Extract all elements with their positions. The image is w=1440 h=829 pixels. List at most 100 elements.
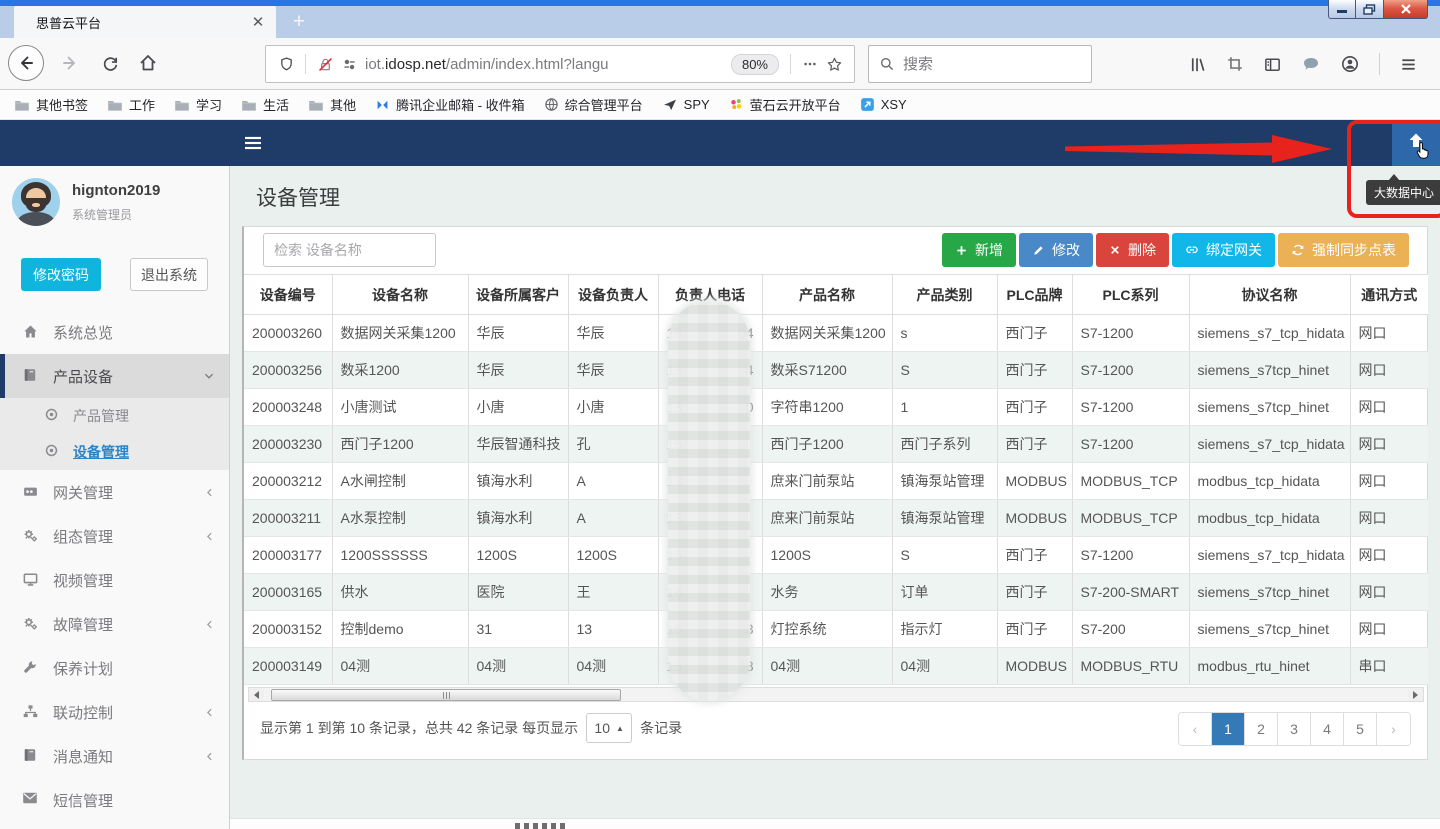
sidebar-item-video-mgmt[interactable]: 视频管理	[0, 558, 229, 602]
sidebar-item-message-notify[interactable]: 消息通知	[0, 734, 229, 778]
cell-customer: 镇海水利	[468, 463, 568, 500]
pagination-controls: ‹12345›	[1178, 712, 1411, 746]
column-header[interactable]: PLC系列	[1072, 275, 1189, 315]
bookmark-ys-open[interactable]: 萤石云开放平台	[729, 95, 841, 114]
sidebar-item-maintenance-plan[interactable]: 保养计划	[0, 646, 229, 690]
cell-protocol: modbus_rtu_hinet	[1189, 648, 1350, 685]
zoom-level-badge[interactable]: 80%	[731, 54, 779, 75]
window-minimize-button[interactable]	[1328, 0, 1356, 19]
browser-search-box[interactable]	[868, 45, 1092, 83]
menu-hamburger-icon[interactable]	[1399, 55, 1418, 74]
horizontal-scrollbar[interactable]	[248, 687, 1424, 702]
bookmark-mgmt-platform[interactable]: 综合管理平台	[544, 95, 643, 114]
sidebar-item-partial-item[interactable]	[0, 822, 229, 829]
home-button[interactable]	[130, 45, 166, 81]
sidebar-subitem-device-mgmt[interactable]: 设备管理	[0, 434, 229, 470]
forward-button[interactable]	[52, 45, 88, 81]
column-header[interactable]: 设备所属客户	[468, 275, 568, 315]
bookmark-xsy[interactable]: XSY	[860, 97, 907, 112]
page-button-3[interactable]: 3	[1278, 713, 1311, 745]
column-header[interactable]: 产品名称	[762, 275, 892, 315]
browser-tab[interactable]: 思普云平台 ✕	[14, 6, 276, 38]
window-close-button[interactable]	[1384, 0, 1428, 19]
column-header[interactable]: 设备编号	[244, 275, 332, 315]
bookmark-spy[interactable]: SPY	[662, 97, 710, 112]
logout-button[interactable]: 退出系统	[130, 258, 208, 291]
browser-search-input[interactable]	[903, 56, 1053, 73]
table-row[interactable]: 20000314904测04测04测153804测04测MODBUSMODBUS…	[244, 648, 1428, 685]
table-row[interactable]: 200003165供水医院王18水务订单西门子S7-200-SMARTsieme…	[244, 574, 1428, 611]
sidebar-item-system-overview[interactable]: 系统总览	[0, 310, 229, 354]
edit-button[interactable]: 修改	[1019, 233, 1093, 267]
next-page-button[interactable]: ›	[1377, 713, 1410, 745]
column-header[interactable]: 产品类别	[892, 275, 997, 315]
delete-button[interactable]: 删除	[1096, 233, 1169, 267]
sidebar-item-product-device[interactable]: 产品设备	[0, 354, 229, 398]
scrollbar-thumb[interactable]	[271, 689, 621, 701]
column-header[interactable]: 设备负责人	[568, 275, 658, 315]
page-size-dropdown[interactable]: 10▲	[586, 713, 632, 743]
chat-bubble-icon[interactable]	[1301, 54, 1321, 74]
cell-product: 数据网关采集1200	[762, 315, 892, 352]
bookmark-other-bookmarks[interactable]: 其他书签	[14, 95, 88, 114]
bookmark-study[interactable]: 学习	[174, 95, 222, 114]
bookmark-life[interactable]: 生活	[241, 95, 289, 114]
cell-device-name: 供水	[332, 574, 468, 611]
sidebar-item-fault-mgmt[interactable]: 故障管理	[0, 602, 229, 646]
url-bar[interactable]: iot.idosp.net/admin/index.html?langu 80%	[265, 45, 855, 83]
sidebar-collapse-icon[interactable]	[243, 133, 263, 153]
library-icon[interactable]	[1188, 55, 1207, 74]
scroll-right-arrow[interactable]	[1408, 688, 1423, 701]
page-actions-icon[interactable]	[798, 50, 822, 78]
bind-gateway-button[interactable]: 绑定网关	[1172, 233, 1275, 267]
sidebar-subitem-product-mgmt[interactable]: 产品管理	[0, 398, 229, 434]
page-button-5[interactable]: 5	[1344, 713, 1377, 745]
prev-page-button[interactable]: ‹	[1179, 713, 1212, 745]
column-header[interactable]: PLC品牌	[997, 275, 1072, 315]
table-row[interactable]: 200003152控制demo3113153灯控系统指示灯西门子S7-200si…	[244, 611, 1428, 648]
back-button[interactable]	[8, 45, 44, 81]
cell-plc-brand: 西门子	[997, 611, 1072, 648]
change-password-button[interactable]: 修改密码	[21, 258, 101, 291]
table-row[interactable]: 200003212A水闸控制镇海水利A13庶来门前泵站镇海泵站管理MODBUSM…	[244, 463, 1428, 500]
sidebar-item-config-mgmt[interactable]: 组态管理	[0, 514, 229, 558]
table-row[interactable]: 200003256数采1200华辰华辰184数采S71200S西门子S7-120…	[244, 352, 1428, 389]
bookmark-tencent-mail[interactable]: 腾讯企业邮箱 - 收件箱	[375, 95, 525, 114]
window-restore-button[interactable]	[1356, 0, 1384, 19]
monitor-icon	[22, 571, 40, 589]
screenshot-crop-icon[interactable]	[1226, 55, 1244, 73]
device-search-input[interactable]	[263, 233, 436, 267]
tracking-shield-icon[interactable]	[274, 50, 298, 78]
scroll-left-arrow[interactable]	[249, 688, 264, 701]
page-button-2[interactable]: 2	[1245, 713, 1278, 745]
account-icon[interactable]	[1340, 54, 1360, 74]
bookmark-other[interactable]: 其他	[308, 95, 356, 114]
sidebar-item-linkage-control[interactable]: 联动控制	[0, 690, 229, 734]
insecure-lock-icon[interactable]	[313, 50, 337, 78]
browser-toolbar: iot.idosp.net/admin/index.html?langu 80%	[0, 38, 1440, 90]
table-row[interactable]: 2000031771200SSSSSS1200S1200S151200SS西门子…	[244, 537, 1428, 574]
table-row[interactable]: 200003260数据网关采集1200华辰华辰1804数据网关采集1200s西门…	[244, 315, 1428, 352]
tab-close-icon[interactable]: ✕	[250, 14, 266, 30]
bookmark-work[interactable]: 工作	[107, 95, 155, 114]
sidebar-toggle-icon[interactable]	[1263, 55, 1282, 74]
user-avatar[interactable]	[12, 178, 60, 226]
add-button[interactable]: 新增	[942, 233, 1016, 267]
reload-button[interactable]	[92, 45, 128, 81]
page-button-4[interactable]: 4	[1311, 713, 1344, 745]
bookmark-star-icon[interactable]	[822, 50, 846, 78]
table-row[interactable]: 200003211A水泵控制镇海水利A13庶来门前泵站镇海泵站管理MODBUSM…	[244, 500, 1428, 537]
column-header[interactable]: 协议名称	[1189, 275, 1350, 315]
permissions-icon[interactable]	[337, 50, 361, 78]
bookmark-label: 学习	[196, 95, 222, 114]
table-row[interactable]: 200003248小唐测试小唐小唐130字符串12001西门子S7-1200si…	[244, 389, 1428, 426]
device-table-card: 新增修改删除绑定网关强制同步点表 设备编号设备名称设备所属客户设备负责人负责人电…	[242, 226, 1428, 760]
new-tab-button[interactable]: +	[286, 9, 312, 35]
column-header[interactable]: 设备名称	[332, 275, 468, 315]
sidebar-item-sms-mgmt[interactable]: 短信管理	[0, 778, 229, 822]
force-sync-button[interactable]: 强制同步点表	[1278, 233, 1409, 267]
column-header[interactable]: 通讯方式	[1350, 275, 1428, 315]
page-button-1[interactable]: 1	[1212, 713, 1245, 745]
sidebar-item-gateway-mgmt[interactable]: 网关管理	[0, 470, 229, 514]
table-row[interactable]: 200003230西门子1200华辰智通科技孔15西门子1200西门子系列西门子…	[244, 426, 1428, 463]
